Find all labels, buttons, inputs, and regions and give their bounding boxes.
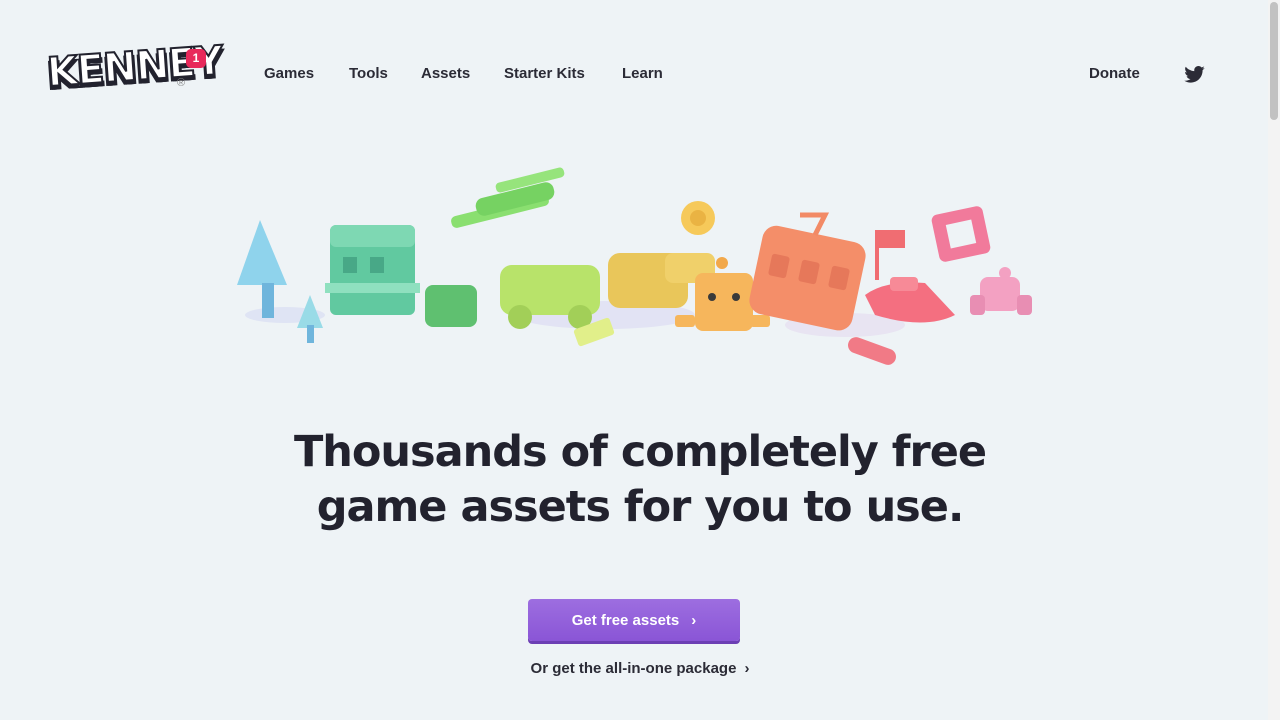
headline-line-1: Thousands of completely free [293,427,987,477]
pink-robot-model [970,267,1032,315]
cta-label: Get free assets [571,611,680,629]
donate-link[interactable]: Donate [1089,65,1140,82]
nav-item-starter-kits[interactable]: Starter Kits [504,65,585,82]
twitter-icon[interactable] [1184,66,1205,83]
nav-item-assets[interactable]: Assets [421,65,470,82]
logo-registered-mark: ® [177,77,186,89]
scrollbar-thumb[interactable] [1270,2,1278,120]
hero-illustration [237,167,1032,365]
alt-link-label: Or get the all-in-one package [530,660,737,677]
building-model [325,225,420,315]
boat-model [865,277,955,323]
crate-model [931,206,991,262]
nav-item-learn[interactable]: Learn [622,65,663,82]
hero-headline: Thousands of completely free game assets… [240,425,1040,535]
tree-model [237,220,323,343]
kenney-logo[interactable]: KENNEY ® 1 [45,37,225,105]
notification-badge[interactable]: 1 [186,49,206,68]
chevron-right-icon: › [744,660,750,677]
page-scrollbar[interactable] [1268,0,1280,720]
nav-item-games[interactable]: Games [264,65,314,82]
nav-item-tools[interactable]: Tools [349,65,388,82]
site-header: KENNEY ® 1 Games Tools Assets Starter Ki… [0,0,1268,150]
chevron-right-icon: › [691,611,697,629]
airplane-model [451,167,565,228]
headline-line-2: game assets for you to use. [316,482,965,532]
all-in-one-package-link[interactable]: Or get the all-in-one package › [440,660,840,677]
get-free-assets-button[interactable]: Get free assets › [528,599,740,641]
